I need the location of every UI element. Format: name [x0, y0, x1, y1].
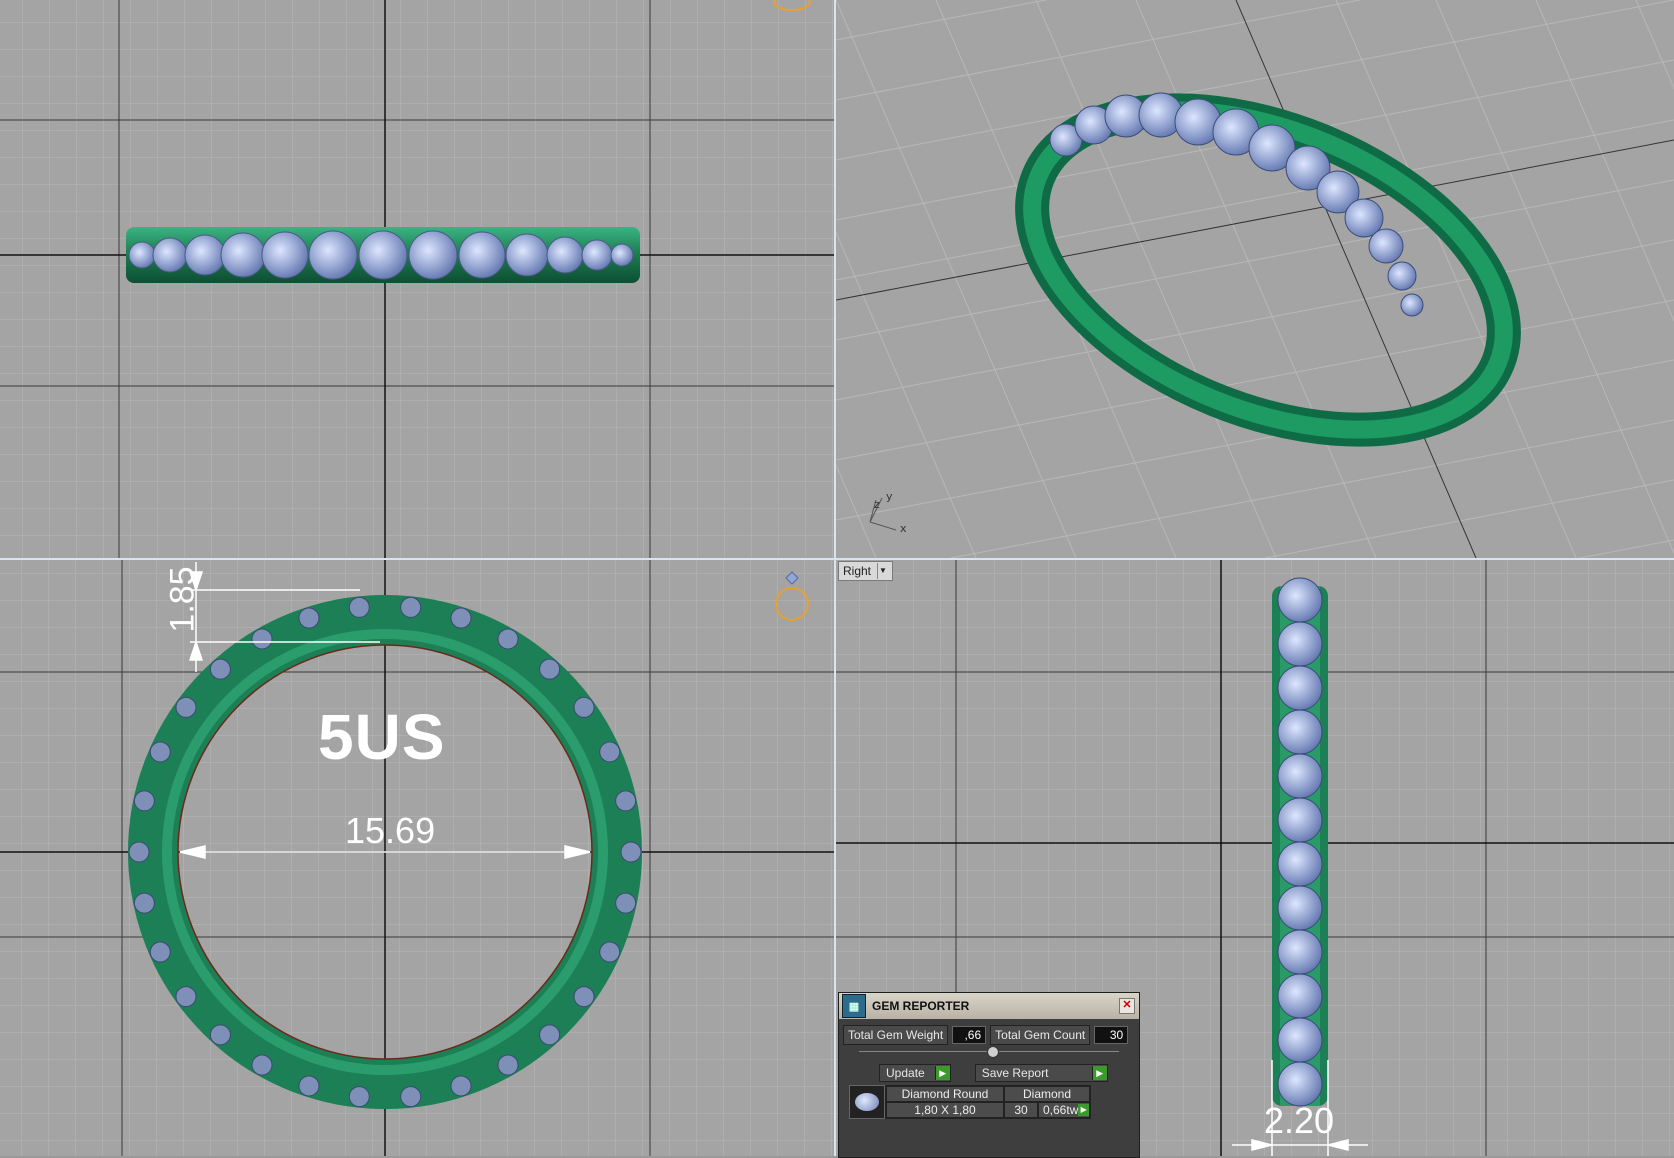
gem-stone: [1277, 929, 1323, 975]
perspective-viewport[interactable]: y z x: [836, 0, 1674, 558]
gem-stone: [1277, 577, 1323, 623]
front-viewport[interactable]: [0, 0, 834, 558]
gem-seat: [615, 892, 637, 914]
gem-stone: [1277, 885, 1323, 931]
gem-size: 1,80 X 1,80: [886, 1102, 1004, 1118]
round-gem-icon: [855, 1093, 879, 1111]
perspective-viewport-canvas: y z x: [836, 0, 1674, 558]
gem-seat: [400, 596, 422, 618]
gem-reporter-title: GEM REPORTER: [872, 999, 970, 1013]
ring-perspective-view: [1015, 92, 1521, 447]
gem-seat: [348, 1086, 370, 1108]
play-icon[interactable]: ▶: [1078, 1104, 1089, 1116]
band-thickness-label: 1.85: [163, 566, 202, 633]
total-gem-weight-label: Total Gem Weight: [843, 1025, 949, 1045]
gem-stone: [1277, 665, 1323, 711]
inner-diameter-label: 15.69: [345, 810, 436, 851]
gem-stone: [1277, 621, 1323, 667]
ring-front-view: [126, 227, 640, 283]
front-viewport-canvas: [0, 0, 834, 558]
gem-weight: 0,66tw: [1043, 1103, 1079, 1117]
ring-size-label: 5US: [318, 701, 446, 773]
total-gem-count-field[interactable]: 30: [1094, 1026, 1129, 1044]
gem-seat: [497, 628, 519, 650]
total-gem-weight-field[interactable]: ,66: [952, 1026, 987, 1044]
gem-seat: [539, 1024, 561, 1046]
gem-stone: [1277, 753, 1323, 799]
gem-seat: [400, 1086, 422, 1108]
gem-material: Diamond: [1004, 1086, 1090, 1102]
update-button-label: Update: [886, 1066, 925, 1080]
update-button[interactable]: Update ▶: [879, 1064, 951, 1082]
top-viewport[interactable]: [0, 560, 834, 1156]
gem-seat: [251, 1054, 273, 1076]
gem-stone: [1277, 1017, 1323, 1063]
play-icon[interactable]: ▶: [1091, 1066, 1107, 1080]
gem-seat: [209, 658, 231, 680]
perspective-grid: [836, 0, 1674, 558]
gem-stone: [1277, 841, 1323, 887]
close-icon[interactable]: ✕: [1119, 998, 1135, 1014]
gem-reporter-titlebar[interactable]: ▦ GEM REPORTER ✕: [839, 993, 1139, 1019]
gem-seat: [133, 790, 155, 812]
gem-shape: Diamond Round: [886, 1086, 1004, 1102]
total-gem-count-label: Total Gem Count: [990, 1025, 1091, 1045]
gem-seat: [599, 741, 621, 763]
gem-seat: [149, 741, 171, 763]
gem-stone: [1277, 973, 1323, 1019]
panel-splitter[interactable]: [859, 1046, 1119, 1058]
gem-seat: [175, 696, 197, 718]
gem-reporter-panel: ▦ GEM REPORTER ✕ Total Gem Weight ,66 To…: [838, 992, 1140, 1158]
gem-seat: [599, 941, 621, 963]
gem-seat: [497, 1054, 519, 1076]
gem-seat: [450, 607, 472, 629]
gem-seat: [149, 941, 171, 963]
viewport-divider-horizontal[interactable]: [0, 558, 1674, 560]
gem-seat: [128, 841, 150, 863]
gem-seat: [251, 628, 273, 650]
gem-seat: [209, 1024, 231, 1046]
chevron-down-icon[interactable]: ▼: [877, 563, 888, 579]
save-report-button-label: Save Report: [981, 1066, 1049, 1080]
play-icon[interactable]: ▶: [934, 1066, 950, 1080]
gem-stone: [1277, 709, 1323, 755]
gem-seat: [175, 986, 197, 1008]
gem-count: 30: [1004, 1102, 1038, 1118]
svg-text:y: y: [886, 490, 893, 503]
top-viewport-canvas: [0, 560, 834, 1156]
ring-right-view: [1272, 577, 1328, 1107]
gem-seat: [573, 986, 595, 1008]
gem-list-row[interactable]: Diamond Round Diamond 1,80 X 1,80 30 0,6…: [849, 1085, 1091, 1119]
gem-seat: [298, 1075, 320, 1097]
gem-seat: [450, 1075, 472, 1097]
viewport-divider-vertical[interactable]: [834, 0, 836, 1156]
gem-seat: [133, 892, 155, 914]
band-width-label: 2.20: [1264, 1100, 1335, 1141]
gem-weight-cell: 0,66tw ▶: [1038, 1102, 1090, 1118]
gem-reporter-icon: ▦: [842, 994, 866, 1018]
gem-seat: [298, 607, 320, 629]
gem-seat: [539, 658, 561, 680]
gem-thumbnail: [849, 1085, 885, 1119]
right-viewport-label[interactable]: Right ▼: [838, 561, 894, 581]
viewport-name: Right: [843, 564, 872, 578]
gem-seat: [620, 841, 642, 863]
gem-stone: [1277, 797, 1323, 843]
gem-seat: [348, 596, 370, 618]
gem-seat: [615, 790, 637, 812]
save-report-button[interactable]: Save Report ▶: [974, 1064, 1108, 1082]
svg-text:z: z: [874, 498, 880, 511]
gem-seat: [573, 696, 595, 718]
splitter-handle-icon[interactable]: [987, 1046, 999, 1058]
svg-text:x: x: [900, 522, 907, 535]
